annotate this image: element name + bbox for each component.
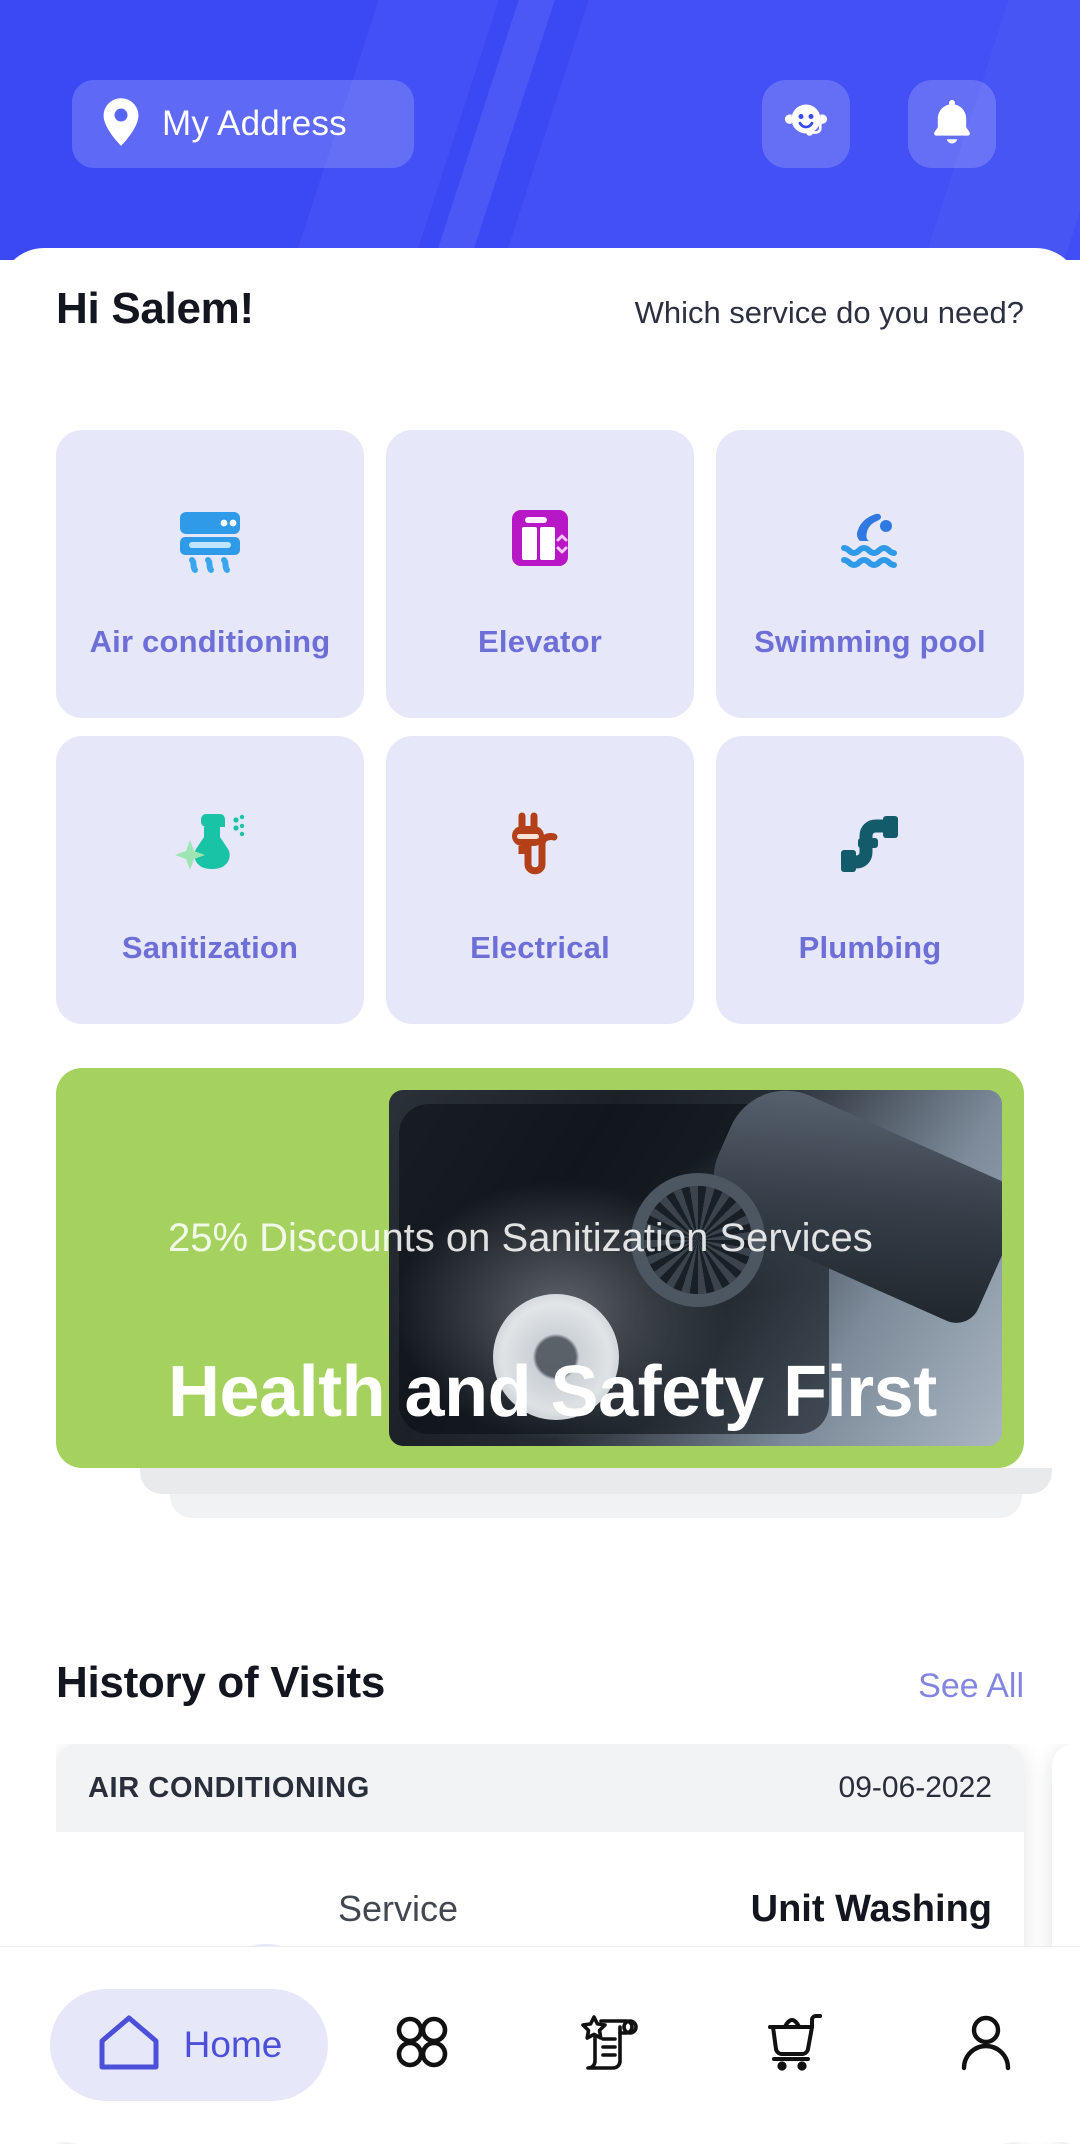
history-title: History of Visits (56, 1658, 386, 1707)
promo-subtitle: 25% Discounts on Sanitization Services (168, 1216, 873, 1260)
address-selector-button[interactable]: My Address (72, 80, 414, 168)
address-label: My Address (162, 104, 347, 143)
nav-item-profile[interactable] (892, 2011, 1080, 2078)
power-plug-icon (492, 796, 588, 892)
history-card-row: Service Unit Washing (88, 1858, 992, 1931)
history-card-body: Service Unit Washing (56, 1832, 1024, 2064)
service-card-plumbing[interactable]: Plumbing (716, 736, 1024, 1024)
service-card-sanitization[interactable]: Sanitization (56, 736, 364, 1024)
content-sheet: Hi Salem! Which service do you need? Air… (0, 248, 1080, 2144)
nav-item-cart[interactable] (704, 2011, 892, 2078)
see-all-link[interactable]: See All (918, 1667, 1024, 1706)
service-label: Air conditioning (89, 624, 331, 659)
promo-banner-stack: 25% Discounts on Sanitization Services H… (56, 1068, 1052, 1518)
service-card-electrical[interactable]: Electrical (386, 736, 694, 1024)
greeting-row: Hi Salem! Which service do you need? (0, 284, 1080, 334)
grid-apps-icon (391, 2011, 453, 2078)
bottom-navigation-bar: Home (0, 1946, 1080, 2142)
elevator-icon (492, 490, 588, 586)
spray-bottle-icon (162, 796, 258, 892)
order-scroll-star-icon (577, 2009, 643, 2080)
profile-person-icon (955, 2011, 1017, 2078)
promo-stack-layer-mid (140, 1468, 1052, 1494)
service-card-air-conditioning[interactable]: Air conditioning (56, 430, 364, 718)
customer-support-headset-icon (780, 96, 832, 153)
history-header-row: History of Visits See All (0, 1658, 1080, 1708)
nav-label-home: Home (183, 2023, 283, 2065)
promo-title: Health and Safety First (168, 1352, 937, 1432)
map-pin-icon (102, 97, 140, 151)
promo-banner[interactable]: 25% Discounts on Sanitization Services H… (56, 1068, 1024, 1468)
service-grid: Air conditioning Elevator Swimming pool … (56, 430, 1024, 1024)
notification-bell-icon (928, 96, 976, 153)
promo-stack-layer-back (170, 1494, 1022, 1518)
pipe-icon (822, 796, 918, 892)
history-card-date: 09-06-2022 (838, 1771, 992, 1804)
service-label: Electrical (470, 930, 610, 965)
service-card-swimming-pool[interactable]: Swimming pool (716, 430, 1024, 718)
history-card-header: AIR CONDITIONING 09-06-2022 (56, 1744, 1024, 1832)
shopping-cart-icon (764, 2011, 832, 2078)
nav-item-apps[interactable] (328, 2011, 516, 2078)
history-card-category: AIR CONDITIONING (88, 1771, 370, 1804)
service-card-elevator[interactable]: Elevator (386, 430, 694, 718)
notifications-button[interactable] (908, 80, 996, 168)
greeting-title: Hi Salem! (56, 284, 254, 333)
air-conditioner-icon (162, 490, 258, 586)
service-label: Sanitization (121, 930, 299, 965)
history-row-key: Service (338, 1888, 459, 1929)
nav-item-orders[interactable] (516, 2009, 704, 2080)
swimmer-waves-icon (822, 490, 918, 586)
service-label: Plumbing (798, 930, 942, 965)
nav-item-home[interactable]: Home (50, 1988, 328, 2101)
history-row-value: Unit Washing (750, 1888, 992, 1930)
customer-support-button[interactable] (762, 80, 850, 168)
service-label: Swimming pool (754, 624, 986, 659)
service-label: Elevator (478, 624, 602, 659)
home-icon (96, 2011, 162, 2078)
greeting-prompt: Which service do you need? (634, 295, 1024, 330)
app-header: My Address (0, 0, 1080, 260)
